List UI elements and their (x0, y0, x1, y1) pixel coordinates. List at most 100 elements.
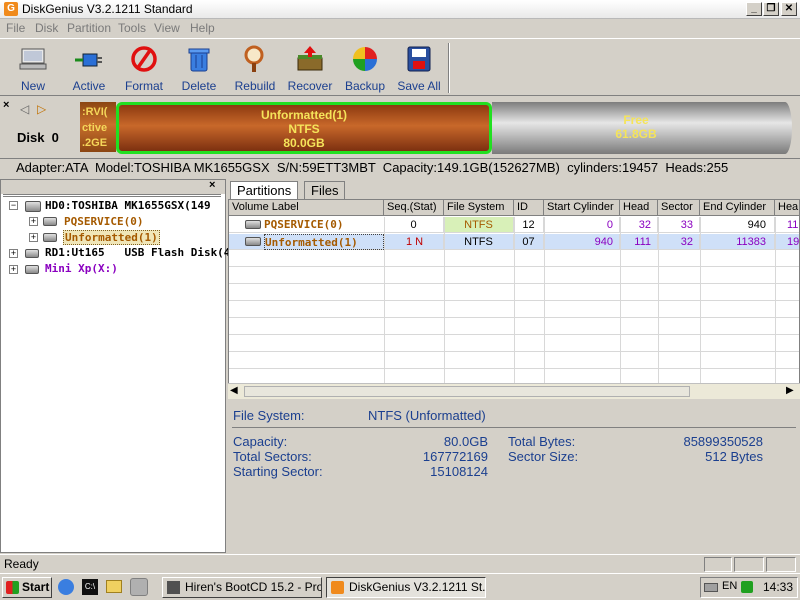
menu-help[interactable]: Help (190, 21, 215, 35)
adapter-info: Adapter:ATA Model:TOSHIBA MK1655GSX S/N:… (16, 160, 729, 175)
browser-quicklaunch-icon[interactable] (58, 579, 74, 595)
task-diskgenius[interactable]: DiskGenius V3.2.1211 St... (326, 577, 486, 598)
partition-block-line: NTFS (288, 122, 320, 136)
folder-quicklaunch-icon[interactable] (106, 580, 122, 593)
recover-box-icon (297, 46, 323, 71)
expand-minixp-icon[interactable]: + (9, 265, 18, 274)
tree-item-unformatted[interactable]: Unformatted(1) (63, 230, 160, 245)
backup-pie-icon (353, 47, 377, 71)
tab-partitions[interactable]: Partitions (230, 181, 299, 199)
status-text: Ready (4, 557, 39, 571)
taskbar: Start C:\ Hiren's BootCD 15.2 - Pro... D… (0, 573, 800, 600)
sector-size-value: 512 Bytes (705, 449, 763, 464)
col-seq-stat[interactable]: Seq.(Stat) (384, 200, 444, 216)
next-disk-icon[interactable]: ▷ (37, 102, 46, 116)
tree-item-pqservice[interactable]: PQSERVICE(0) (64, 215, 143, 228)
backup-button[interactable]: Backup (340, 42, 390, 94)
col-head-2[interactable]: Hea (775, 200, 799, 216)
menu-disk[interactable]: Disk (35, 21, 58, 35)
partition-block-pqservice[interactable]: :RVI( ctive .2GE (80, 102, 116, 152)
menu-file[interactable]: File (6, 21, 25, 35)
save-all-button[interactable]: Save All (394, 42, 444, 94)
tree-item-rd1[interactable]: RD1:Ut165 USB Flash Disk(4G (45, 246, 237, 259)
network-tray-icon[interactable] (741, 581, 753, 593)
virtual-disk-icon (25, 265, 39, 274)
tree-item-label: HD0:TOSHIBA MK1655GSX(149 (45, 199, 211, 212)
col-start-cylinder[interactable]: Start Cylinder (544, 200, 620, 216)
cell-start-cylinder: 0 (544, 217, 620, 233)
task-hirens-bootcd[interactable]: Hiren's BootCD 15.2 - Pro... (162, 577, 322, 598)
drive-tray-icon[interactable] (704, 583, 718, 592)
cell-id: 07 (514, 234, 544, 250)
format-button[interactable]: Format (119, 42, 169, 94)
partition-table: Volume Label Seq.(Stat) File System ID S… (228, 199, 800, 399)
sector-size-label: Sector Size: (508, 449, 579, 464)
disk-tree-pane: × − HD0:TOSHIBA MK1655GSX(149 + PQSERVIC… (0, 179, 237, 553)
tree-close-icon[interactable]: × (209, 179, 215, 191)
col-id[interactable]: ID (514, 200, 544, 216)
panel-close-icon[interactable]: × (3, 99, 9, 111)
new-disk-icon (19, 48, 47, 70)
cell-file-system: NTFS (444, 217, 514, 233)
partition-block-line: ctive (82, 122, 108, 134)
tools-icon (167, 581, 180, 594)
free-space-block[interactable]: Free 61.8GB (492, 102, 780, 154)
tree-item-label: Unformatted(1) (65, 231, 158, 244)
start-button[interactable]: Start (2, 577, 52, 598)
windows-logo-icon (6, 581, 19, 594)
window-title: DiskGenius V3.2.1211 Standard (22, 2, 193, 16)
cell-volume-label: Unformatted(1) (264, 234, 384, 250)
col-end-cylinder[interactable]: End Cylinder (700, 200, 775, 216)
col-head[interactable]: Head (620, 200, 658, 216)
expand-pqservice-icon[interactable]: + (29, 217, 38, 226)
menu-partition[interactable]: Partition (67, 21, 111, 35)
col-volume-label[interactable]: Volume Label (229, 200, 384, 216)
cmd-quicklaunch-icon[interactable]: C:\ (82, 579, 98, 595)
restore-button[interactable]: ❐ (763, 2, 779, 16)
task-label: Hiren's BootCD 15.2 - Pro... (185, 580, 322, 594)
diskgenius-quicklaunch-icon[interactable] (130, 578, 148, 596)
col-sector[interactable]: Sector (658, 200, 700, 216)
cell-volume-label: PQSERVICE(0) (264, 217, 384, 233)
scroll-right-icon[interactable]: ▶ (786, 385, 794, 396)
cell-seq: 0 (384, 217, 444, 233)
format-icon (131, 46, 157, 72)
menu-tools[interactable]: Tools (118, 21, 146, 35)
scroll-thumb[interactable] (244, 386, 690, 397)
expand-rd1-icon[interactable]: + (9, 249, 18, 258)
scroll-left-icon[interactable]: ◀ (230, 385, 238, 396)
clock: 14:33 (763, 580, 794, 594)
language-indicator[interactable]: EN (722, 580, 737, 592)
partition-block-line: .2GE (82, 137, 108, 149)
partition-icon (245, 220, 261, 229)
tab-files[interactable]: Files (304, 181, 346, 199)
toolbar: New Active Format Delete Rebuild Recover… (0, 38, 800, 96)
partition-details-pane: Partitions Files Volume Label Seq.(Stat)… (228, 179, 800, 553)
free-space-line: Free (623, 113, 649, 127)
menu-view[interactable]: View (154, 21, 180, 35)
close-button[interactable]: ✕ (781, 2, 797, 16)
total-bytes-label: Total Bytes: (508, 434, 576, 449)
active-plug-icon (75, 53, 102, 67)
rebuild-button[interactable]: Rebuild (229, 42, 281, 94)
rebuild-magnifier-icon (244, 45, 264, 72)
prev-disk-icon[interactable]: ◁ (20, 102, 29, 116)
save-all-icon (407, 46, 431, 72)
horizontal-scrollbar[interactable]: ◀ ▶ (228, 383, 800, 399)
new-button[interactable]: New (8, 42, 58, 94)
minimize-button[interactable]: _ (746, 2, 762, 16)
recover-button[interactable]: Recover (285, 42, 335, 94)
expand-unformatted-icon[interactable]: + (29, 233, 38, 242)
tree-item-label: RD1:Ut165 USB Flash Disk(4G (45, 246, 238, 259)
tree-item-hd0[interactable]: HD0:TOSHIBA MK1655GSX(149 (45, 199, 211, 212)
col-file-system[interactable]: File System (444, 200, 514, 216)
tree-item-minixp[interactable]: Mini Xp(X:) (45, 262, 118, 275)
expand-hd0-icon[interactable]: − (9, 201, 18, 210)
cell-start-cylinder: 940 (544, 234, 620, 250)
active-button[interactable]: Active (64, 42, 114, 94)
cell-file-system: NTFS (444, 234, 514, 250)
partition-block-unformatted[interactable]: Unformatted(1) NTFS 80.0GB (116, 102, 492, 154)
delete-button[interactable]: Delete (174, 42, 224, 94)
title-bar: G DiskGenius V3.2.1211 Standard _ ❐ ✕ (0, 0, 800, 19)
fs-value: NTFS (Unformatted) (368, 408, 486, 423)
